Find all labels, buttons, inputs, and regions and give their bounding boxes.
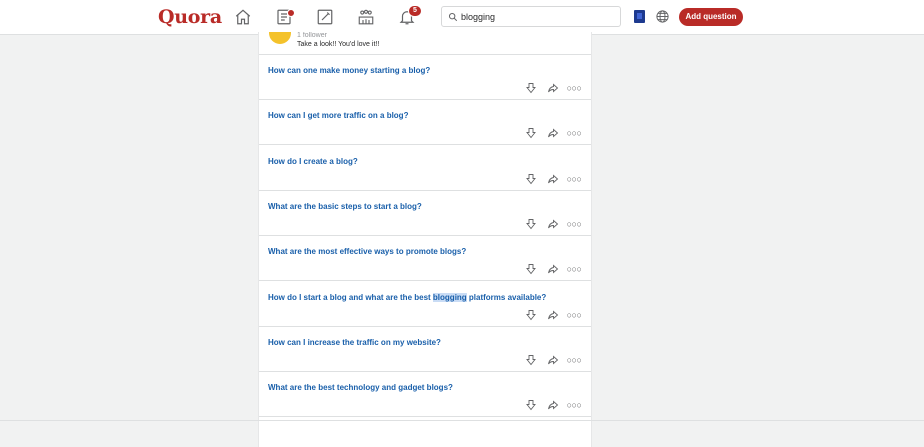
more-icon[interactable]: ○○○ [567,308,582,322]
more-icon[interactable]: ○○○ [567,262,582,276]
language-globe-icon[interactable] [655,9,670,24]
question-text-rest: platforms available? [466,292,547,302]
question-text: How can I get more traffic on a blog? [268,111,409,121]
search-term-highlight: blogging [432,292,467,302]
question-row: How do I create a blog? ○○○ [259,146,591,191]
question-title-link[interactable]: How do I start a blog and what are the b… [268,292,547,302]
question-row: What are the best technology and gadget … [259,372,591,418]
question-title-link[interactable]: What are the most effective ways to prom… [268,247,466,256]
downvote-icon[interactable] [524,398,538,412]
question-row: What are the most effective ways to prom… [259,236,591,282]
quora-logo[interactable]: Quora [158,6,222,28]
question-text: How do I create a blog? [268,156,358,166]
share-icon[interactable] [546,172,560,186]
question-title-link[interactable]: How can I increase the traffic on my web… [268,338,441,347]
more-icon[interactable]: ○○○ [567,398,582,412]
more-icon[interactable]: ○○○ [567,353,582,367]
search-icon [448,12,458,21]
share-icon[interactable] [546,81,560,95]
space-header: 1 follower Take a look!! You'd love it!! [259,32,591,55]
share-icon[interactable] [546,353,560,367]
more-icon[interactable]: ○○○ [567,81,582,95]
question-text: How do I start a blog and what are the b… [268,292,433,302]
question-text: What are the basic steps to start a blog… [268,201,422,211]
bell-icon[interactable]: 5 [397,5,422,27]
downvote-icon[interactable] [524,308,538,322]
search-input[interactable] [461,11,611,22]
question-text: What are the best technology and gadget … [268,383,453,393]
following-unread-dot [287,9,295,17]
question-text: How can one make money starting a blog? [268,66,431,75]
question-title-link[interactable]: How do I create a blog? [268,157,358,166]
page-bottom-divider [0,420,924,421]
question-row: How can I increase the traffic on my web… [259,327,591,372]
spaces-icon[interactable] [356,7,376,27]
downvote-icon[interactable] [524,217,538,231]
search-box[interactable] [441,6,621,27]
add-question-button[interactable]: Add question [679,8,743,26]
space-avatar[interactable] [269,32,291,44]
downvote-icon[interactable] [524,172,538,186]
question-row: What are the basic steps to start a blog… [259,191,591,236]
more-icon[interactable]: ○○○ [567,126,582,140]
question-title-link[interactable]: How can I get more traffic on a blog? [268,111,408,120]
question-text: What are the most effective ways to prom… [268,247,467,257]
downvote-icon[interactable] [524,262,538,276]
question-title-link[interactable]: How can one make money starting a blog? [268,66,430,75]
more-icon[interactable]: ○○○ [567,217,582,231]
question-row: How can one make money starting a blog? ○… [259,55,591,100]
more-icon[interactable]: ○○○ [567,172,582,186]
share-icon[interactable] [546,308,560,322]
share-icon[interactable] [546,262,560,276]
downvote-icon[interactable] [524,353,538,367]
share-icon[interactable] [546,217,560,231]
question-feed: 1 follower Take a look!! You'd love it!!… [258,32,592,447]
profile-avatar[interactable] [634,10,645,23]
question-title-link[interactable]: What are the basic steps to start a blog… [268,202,422,211]
following-icon[interactable] [274,7,295,27]
question-title-link[interactable]: What are the best technology and gadget … [268,383,453,392]
question-row: How do I start a blog and what are the b… [259,282,591,327]
top-navigation-bar: Quora 5 Add question [0,0,924,35]
question-text: How can I increase the traffic on my web… [268,337,441,347]
answer-icon[interactable] [315,7,335,27]
share-icon[interactable] [546,126,560,140]
question-row: How can I get more traffic on a blog? ○○○ [259,100,591,146]
space-description: Take a look!! You'd love it!! [297,41,380,48]
downvote-icon[interactable] [524,126,538,140]
home-icon[interactable] [233,7,253,27]
notification-count-badge: 5 [408,5,422,17]
space-follower-count: 1 follower [297,32,327,39]
downvote-icon[interactable] [524,81,538,95]
share-icon[interactable] [546,398,560,412]
